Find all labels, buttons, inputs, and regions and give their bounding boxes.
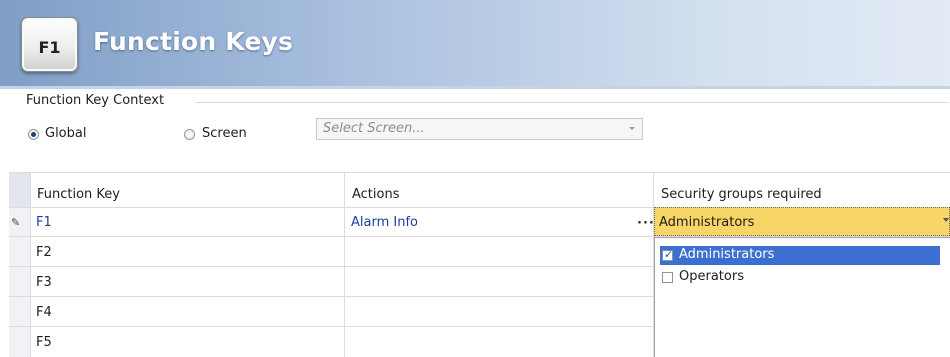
column-header-label: Security groups required	[661, 187, 822, 202]
edit-row-icon: ✎	[11, 216, 21, 229]
checkbox[interactable]	[662, 272, 673, 283]
screen-select-placeholder: Select Screen...	[323, 121, 425, 136]
radio-selected-dot	[31, 132, 36, 137]
page-title: Function Keys	[93, 27, 294, 56]
global-radio-label[interactable]: Global	[45, 126, 86, 141]
column-header-function-key[interactable]: Function Key	[30, 172, 344, 207]
screen-radio-label[interactable]: Screen	[202, 126, 247, 141]
f1-key-icon: F1	[21, 17, 78, 72]
option-label: Administrators	[679, 247, 775, 262]
column-header-actions[interactable]: Actions	[345, 172, 653, 207]
cell-security-groups[interactable]: Administrators	[654, 207, 950, 236]
cell-function-key[interactable]: F5	[36, 335, 52, 350]
option-label: Operators	[679, 269, 744, 284]
chevron-down-icon[interactable]	[629, 127, 635, 130]
grid-line	[30, 172, 31, 357]
context-group-divider	[196, 102, 948, 103]
screen-radio[interactable]	[184, 129, 195, 140]
grid-line	[344, 172, 345, 357]
column-header-label: Actions	[352, 187, 400, 202]
security-cell-value: Administrators	[659, 215, 755, 230]
action-ellipsis-button[interactable]: ···	[637, 216, 655, 231]
column-header-security-groups[interactable]: Security groups required	[654, 172, 950, 207]
security-groups-dropdown: ✓ Administrators Operators	[654, 237, 950, 357]
check-icon: ✓	[664, 248, 674, 261]
security-option-administrators[interactable]: ✓ Administrators	[660, 246, 940, 265]
screen-select[interactable]: Select Screen...	[316, 118, 643, 140]
column-header-label: Function Key	[37, 187, 120, 202]
context-group-label: Function Key Context	[26, 93, 165, 108]
cell-function-key[interactable]: F4	[36, 305, 52, 320]
grid-line	[9, 172, 950, 173]
cell-function-key[interactable]: F3	[36, 275, 52, 290]
cell-function-key[interactable]: F2	[36, 245, 52, 260]
key-icon-label: F1	[38, 38, 61, 57]
header-divider	[0, 86, 950, 89]
grid-corner[interactable]	[9, 172, 30, 207]
cell-function-key[interactable]: F1	[36, 215, 52, 230]
cell-action[interactable]: Alarm Info	[351, 215, 418, 230]
global-radio[interactable]	[28, 129, 39, 140]
chevron-down-icon[interactable]	[943, 218, 949, 222]
checkbox[interactable]: ✓	[662, 248, 674, 261]
